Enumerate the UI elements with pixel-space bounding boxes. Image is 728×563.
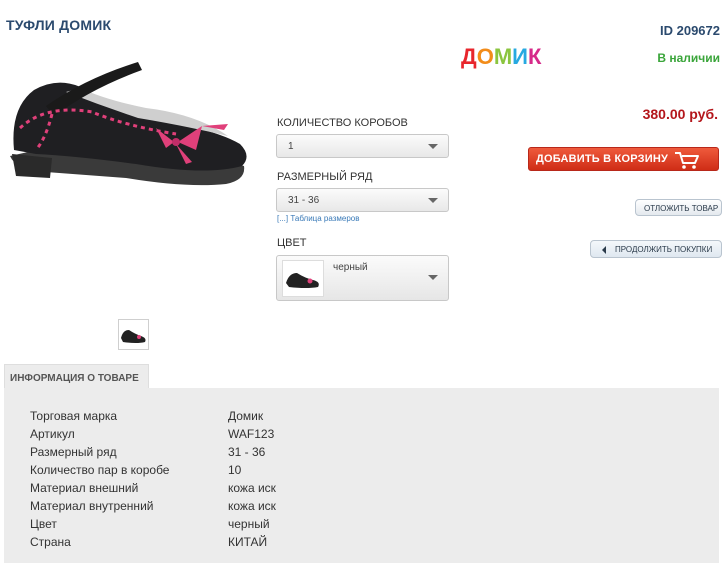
brand-logo-letter: К: [527, 44, 542, 69]
color-select[interactable]: черный: [276, 255, 449, 301]
info-key: Количество пар в коробе: [30, 463, 170, 477]
size-value: 31 - 36: [288, 195, 320, 206]
info-value: черный: [228, 517, 270, 531]
info-key: Материал внешний: [30, 481, 139, 495]
size-table-link[interactable]: [...] Таблица размеров: [277, 214, 360, 223]
tab-product-info[interactable]: ИНФОРМАЦИЯ О ТОВАРЕ: [4, 364, 149, 389]
info-key: Размерный ряд: [30, 445, 117, 459]
add-to-cart-label: ДОБАВИТЬ В КОРЗИНУ: [536, 153, 669, 165]
color-swatch: [282, 260, 324, 297]
boxes-value: 1: [288, 141, 294, 152]
chevron-down-icon: [428, 144, 438, 149]
brand-logo-letter: О: [476, 44, 494, 69]
info-key: Торговая марка: [30, 409, 118, 423]
info-key: Страна: [30, 535, 71, 549]
shoe-thumbnail: [121, 330, 146, 343]
brand-logo-letter: И: [512, 44, 528, 69]
color-label: ЦВЕТ: [277, 237, 307, 249]
info-key: Артикул: [30, 427, 75, 441]
defer-button[interactable]: ОТЛОЖИТЬ ТОВАР: [635, 199, 722, 216]
product-info-panel: Торговая марка Домик Артикул WAF123 Разм…: [4, 388, 719, 563]
info-value: 10: [228, 463, 242, 477]
info-value: Домик: [228, 409, 264, 423]
cart-icon: [675, 152, 699, 169]
info-value: КИТАЙ: [228, 535, 268, 549]
info-value: 31 - 36: [228, 445, 266, 459]
info-key: Цвет: [30, 517, 57, 531]
defer-label: ОТЛОЖИТЬ ТОВАР: [644, 204, 719, 213]
chevron-down-icon: [428, 275, 438, 280]
color-value: черный: [333, 262, 368, 273]
continue-shopping-label: ПРОДОЛЖИТЬ ПОКУПКИ: [615, 245, 713, 254]
brand-logo-letter: Д: [461, 44, 477, 69]
info-value: кожа иск: [228, 499, 276, 513]
info-value: WAF123: [228, 427, 275, 441]
brand-logo: ДОМИК: [461, 44, 541, 70]
boxes-select[interactable]: 1: [276, 134, 449, 158]
product-thumbnail[interactable]: [118, 319, 149, 350]
product-id: ID 209672: [660, 23, 720, 38]
product-title: ТУФЛИ ДОМИК: [6, 17, 112, 33]
info-value: кожа иск: [228, 481, 276, 495]
size-label: РАЗМЕРНЫЙ РЯД: [277, 171, 373, 183]
chevron-down-icon: [428, 198, 438, 203]
chevron-left-icon: [602, 246, 606, 254]
shoe-swatch-icon: [286, 273, 319, 288]
product-price: 380.00 руб.: [642, 106, 718, 122]
shoe-photo: [6, 38, 264, 208]
tab-product-info-label: ИНФОРМАЦИЯ О ТОВАРЕ: [10, 373, 139, 384]
size-select[interactable]: 31 - 36: [276, 188, 449, 212]
brand-logo-letter: М: [493, 44, 513, 69]
info-key: Материал внутренний: [30, 499, 154, 513]
stock-status: В наличии: [657, 51, 720, 65]
add-to-cart-button[interactable]: ДОБАВИТЬ В КОРЗИНУ: [528, 147, 719, 171]
boxes-label: КОЛИЧЕСТВО КОРОБОВ: [277, 117, 408, 129]
continue-shopping-button[interactable]: ПРОДОЛЖИТЬ ПОКУПКИ: [590, 240, 722, 258]
product-main-photo[interactable]: [6, 38, 264, 208]
